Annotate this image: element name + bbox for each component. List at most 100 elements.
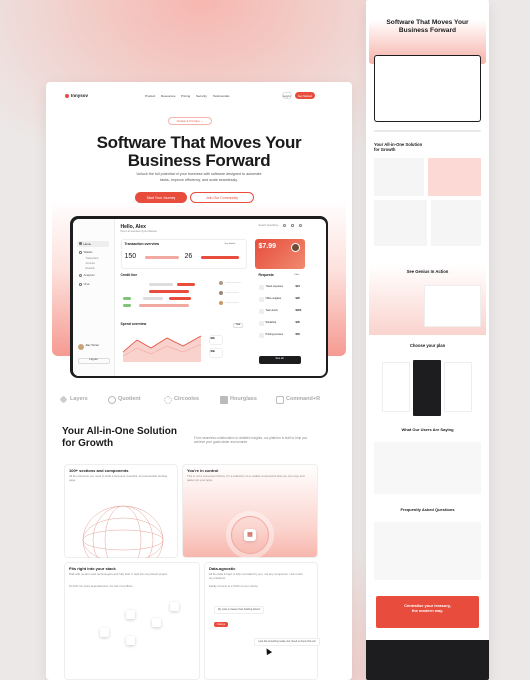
request-icon [258,296,264,302]
bell-icon[interactable] [290,224,294,227]
sidebar-subitem-transactions[interactable]: Transactions [86,258,99,260]
mini-feature-2 [428,158,481,196]
settings-icon[interactable] [298,224,302,227]
promo-avatar [290,242,300,252]
sidebar-subitem-accounts[interactable]: Accounts [86,263,95,265]
mini-users-title: What Our Users Are Saying [401,427,454,432]
credit-bar-6 [168,296,191,300]
request-amount: $50 [295,332,300,336]
brand-name[interactable]: Innysov [71,93,88,99]
feature-data-desc-2: Easily connect to a CMS of your choice. [209,584,259,588]
mini-cta-text-2: the modern way. [411,608,444,613]
promo-price: $7.99 [258,242,277,250]
sidebar-item-chat[interactable]: Chat [84,283,90,286]
logout-button[interactable]: Log out [77,357,110,364]
see-all-button[interactable]: See all [258,355,301,364]
nav-link-pricing[interactable]: Pricing [181,94,190,98]
stat-total: 150 [124,252,137,260]
feature-data-title: Data-agnostic [209,566,236,571]
requests-filter[interactable]: Filter [295,274,300,276]
features-title-line-1: Your All-in-One Solution [62,426,177,437]
home-icon [78,242,82,245]
get-started-button[interactable]: Get Started [295,92,315,99]
mini-feature-3 [374,200,427,246]
transaction-details-link[interactable]: See details [225,243,236,245]
credit-line-title: Credit line [120,272,138,277]
feature-sections-desc: All the elements you need to build a bus… [69,474,168,482]
features-description: From seamless collaboration to detailed … [194,436,308,445]
mini-faq-list [374,522,481,580]
feature-control-title: You're in control [187,468,219,473]
feature-data-desc: All the data & logic is fully controlled… [209,572,303,580]
hourglass-logo-icon [220,396,228,404]
sidebar-subitem-rewards[interactable]: Rewards [86,268,95,270]
feature-control-desc: This is not a component library. It's a … [187,474,305,482]
nav-link-testimonials[interactable]: Testimonials [213,94,230,98]
join-community-button[interactable]: Join Our Community [190,192,254,203]
credit-bar-7 [122,303,131,307]
grid-icon: ▦ [244,529,256,541]
sphere-illustration [82,505,164,558]
mini-footer [366,640,489,680]
mini-plan-title: Choose your plan [409,343,446,348]
request-name: Travel expenses [265,284,283,288]
logo-hourglass: Hourglass [230,396,257,402]
stack-node-icon [126,636,135,645]
start-journey-button[interactable]: Start Your Journey [135,192,187,203]
request-icon [258,332,264,338]
search-input[interactable]: Search something... [259,224,280,227]
credit-bar-4 [122,296,131,300]
mini-plan-3 [444,362,472,412]
logo-circooles: Circooles [174,396,200,402]
search-icon[interactable] [282,224,286,227]
nav-link-product[interactable]: Product [145,94,155,98]
logo-strip: Layers Quotient Circooles Hourglass Comm… [46,395,352,407]
command-r-logo-icon [276,396,284,404]
spend-stat-2-value: $3k [210,349,215,353]
credit-list-avatar-2 [218,290,223,295]
sidebar-item-wallets[interactable]: Wallets [84,251,93,254]
request-amount: $200 [295,308,302,312]
avatar [77,343,84,350]
sidebar-item-home-label: Home [83,241,91,246]
request-name: Printing services [265,332,284,336]
feature-stack-title: Fits right into your stack [69,566,116,571]
mini-feature-4 [431,200,481,246]
sidebar-item-analytics[interactable]: Analytics [84,274,95,277]
login-button[interactable]: Log In [282,92,292,99]
credit-bar-8 [138,303,189,307]
features-title-line-2: for Growth [62,438,114,449]
stack-node-icon [126,610,135,619]
credit-list-avatar-3 [218,300,223,305]
mini-genius-title: See Genius In Action [406,269,449,274]
credit-bar-2 [176,282,195,286]
requests-title: Requests [258,272,274,277]
nav-link-security[interactable]: Security [196,94,207,98]
chat-icon [78,282,82,286]
user-name: Alex Turner [85,344,99,347]
brand-logo-icon[interactable] [65,94,69,98]
credit-list-line-2 [224,291,239,293]
request-amount: $24 [295,284,300,288]
mini-dashboard [374,55,481,122]
hero-subtitle-line-2: tasks, improve efficiency, and scale sea… [160,177,238,182]
stack-node-icon [152,618,161,627]
request-icon [258,320,264,326]
nav-link-resources[interactable]: Resources [161,94,175,98]
spend-filter[interactable]: Year [232,322,244,328]
quotient-logo-icon [108,396,116,404]
greeting-subtitle: Here's an overview of your finances [120,231,157,233]
mini-logo-row [374,130,481,132]
transaction-overview-title: Transaction overview [124,241,160,246]
spend-chart [122,335,201,362]
mini-genius-preview [424,285,481,327]
landing-page-preview: Innysov Product Resources Pricing Securi… [46,82,352,680]
mini-hero-title-2: Business Forward [398,27,457,34]
request-amount: $95 [295,296,300,300]
logo-command-r: Command+R [286,396,321,402]
version-badge[interactable]: Version 2.3 is here → [168,117,212,125]
mini-plan-1 [382,362,410,412]
stat-pending: 26 [184,252,193,260]
layers-logo-icon [59,395,68,404]
request-amount: $35 [295,320,300,324]
